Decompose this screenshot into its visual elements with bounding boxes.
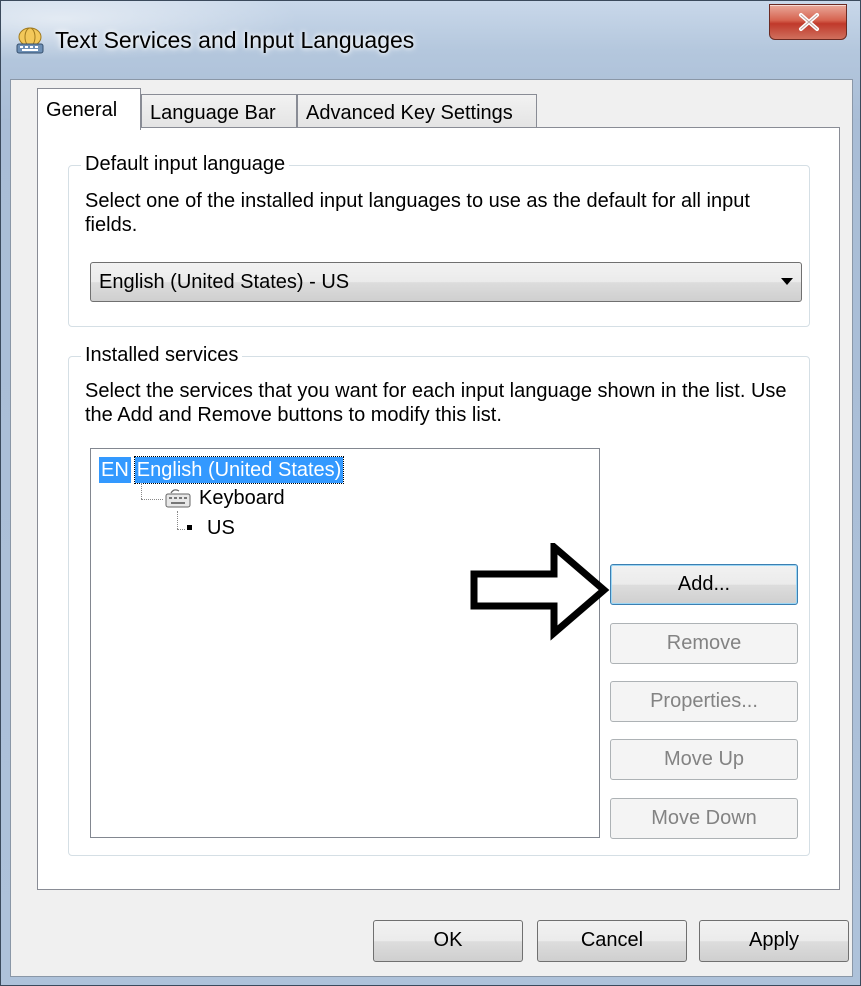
bullet-icon <box>187 525 192 530</box>
remove-button[interactable]: Remove <box>610 623 798 664</box>
installed-services-description: Select the services that you want for ea… <box>85 380 787 426</box>
dialog-client-area: General Language Bar Advanced Key Settin… <box>10 79 853 977</box>
cancel-button[interactable]: Cancel <box>537 920 687 962</box>
tab-language-bar[interactable]: Language Bar <box>141 94 297 129</box>
general-tab-panel: Default input language Select one of the… <box>37 127 840 890</box>
title-bar[interactable]: Text Services and Input Languages <box>1 1 861 79</box>
window-title: Text Services and Input Languages <box>55 27 415 53</box>
apply-button[interactable]: Apply <box>699 920 849 962</box>
tree-item-keyboard[interactable]: Keyboard <box>199 485 285 511</box>
keyboard-globe-icon <box>15 27 45 55</box>
default-input-description: Select one of the installed input langua… <box>85 190 750 236</box>
add-button[interactable]: Add... <box>610 564 798 605</box>
default-language-value: English (United States) - US <box>99 271 350 293</box>
default-language-dropdown[interactable]: English (United States) - US <box>90 262 802 302</box>
close-button[interactable] <box>769 4 847 40</box>
tree-item-layout-us[interactable]: US <box>207 515 235 541</box>
default-input-title: Default input language <box>81 153 290 176</box>
move-up-button[interactable]: Move Up <box>610 739 798 780</box>
arrow-annotation-icon <box>470 539 610 649</box>
window-frame: Text Services and Input Languages Genera… <box>0 0 861 986</box>
tree-connector <box>141 483 142 499</box>
properties-button[interactable]: Properties... <box>610 681 798 722</box>
tree-item-language[interactable]: EN English (United States) <box>99 456 345 484</box>
installed-services-title: Installed services <box>81 344 243 367</box>
language-name: English (United States) <box>133 456 345 484</box>
keyboard-icon <box>165 487 191 509</box>
tab-general[interactable]: General <box>37 88 141 130</box>
tab-advanced-key-settings[interactable]: Advanced Key Settings <box>297 94 537 129</box>
tree-connector <box>177 511 178 529</box>
language-code: EN <box>99 457 131 483</box>
move-down-button[interactable]: Move Down <box>610 798 798 839</box>
chevron-down-icon <box>781 278 793 285</box>
tree-connector <box>141 499 163 500</box>
tree-connector <box>177 529 185 530</box>
ok-button[interactable]: OK <box>373 920 523 962</box>
